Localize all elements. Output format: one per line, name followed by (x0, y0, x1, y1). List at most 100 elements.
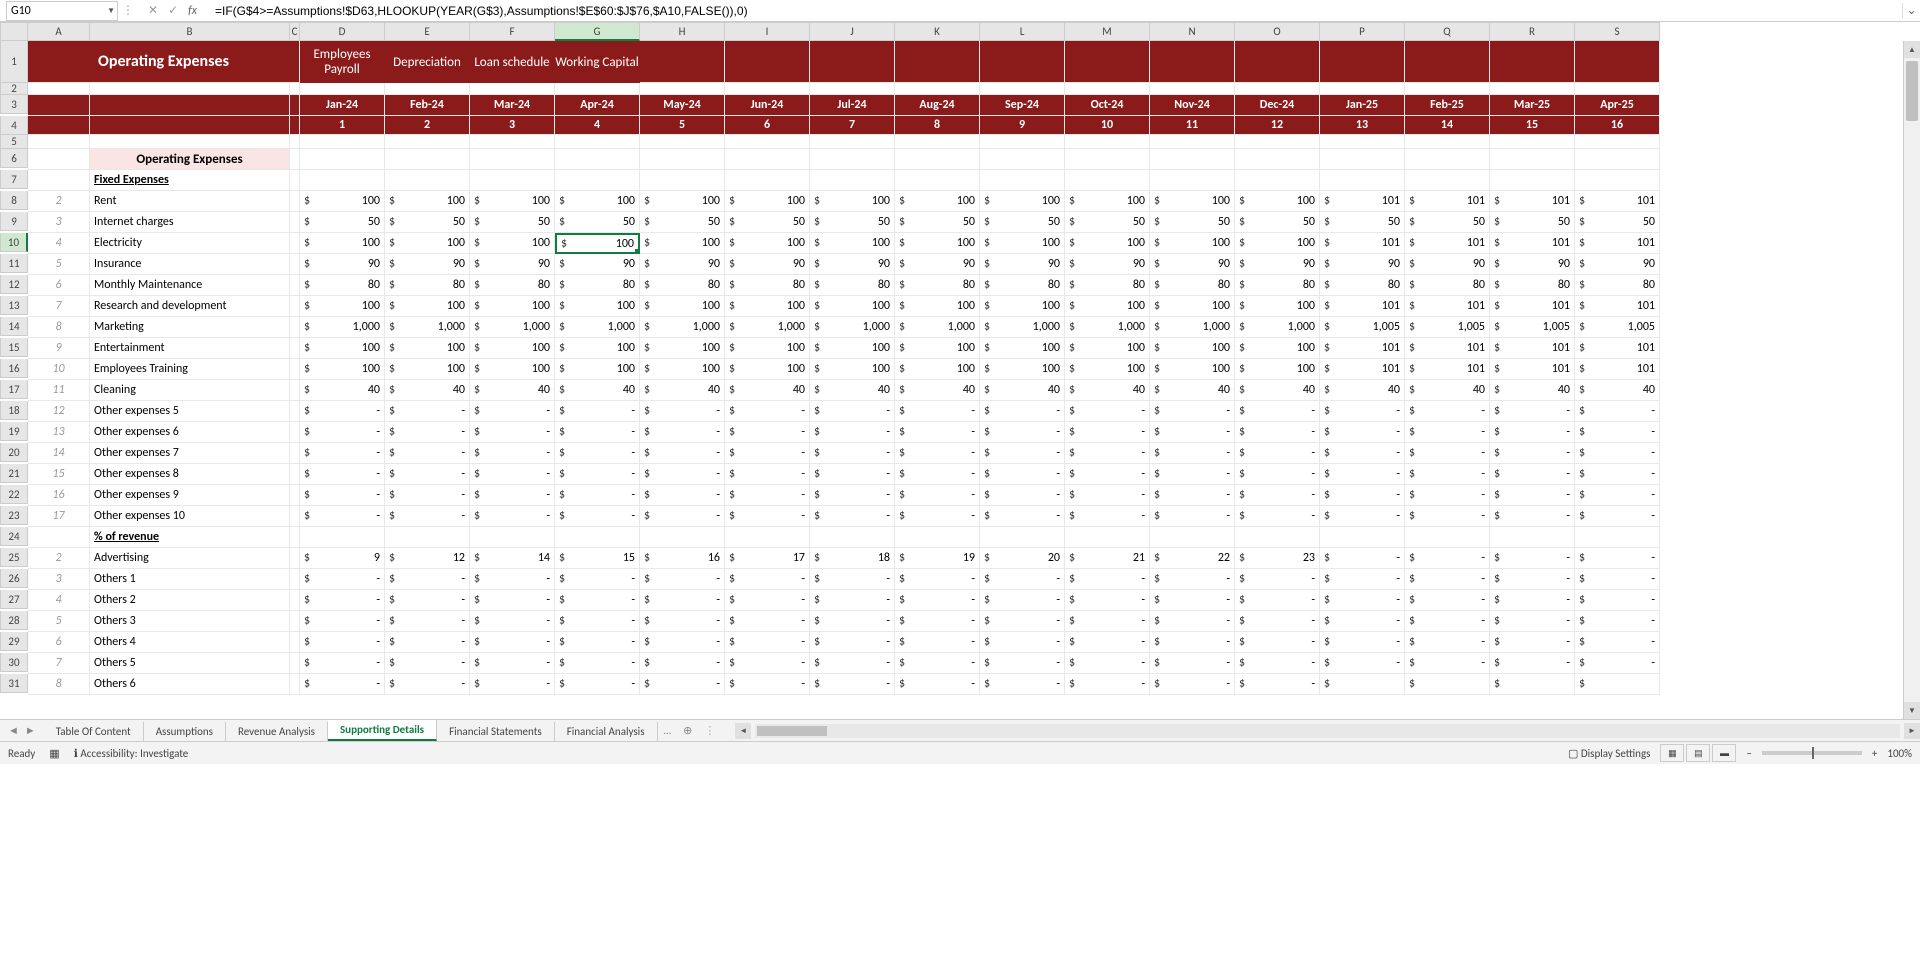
col-header-J[interactable]: J (810, 22, 895, 41)
data-cell[interactable]: $- (555, 611, 640, 632)
data-cell[interactable]: $- (1235, 464, 1320, 485)
data-cell[interactable]: $101 (1490, 338, 1575, 359)
data-cell[interactable]: $- (640, 443, 725, 464)
data-cell[interactable]: $- (1320, 506, 1405, 527)
sheet-tab-supporting-details[interactable]: Supporting Details (328, 720, 437, 741)
cancel-icon[interactable]: ✕ (148, 3, 158, 18)
data-cell[interactable]: $- (385, 464, 470, 485)
data-cell[interactable]: $- (1065, 653, 1150, 674)
data-cell[interactable]: $- (1320, 422, 1405, 443)
data-cell[interactable]: $- (1405, 422, 1490, 443)
col-header-N[interactable]: N (1150, 22, 1235, 41)
col-header-C[interactable]: C (290, 22, 300, 41)
data-cell[interactable]: $- (1235, 590, 1320, 611)
data-cell[interactable]: $100 (555, 296, 640, 317)
data-cell[interactable]: $- (555, 443, 640, 464)
data-cell[interactable]: $- (1575, 653, 1660, 674)
row-header-12[interactable]: 12 (0, 275, 28, 294)
data-cell[interactable]: $- (385, 674, 470, 695)
data-cell[interactable]: $- (980, 422, 1065, 443)
data-cell[interactable]: $100 (385, 191, 470, 212)
data-cell[interactable]: $80 (1150, 275, 1235, 296)
data-cell[interactable]: $100 (300, 233, 385, 254)
data-cell[interactable]: $- (725, 653, 810, 674)
row-header-31[interactable]: 31 (0, 674, 28, 693)
data-cell[interactable]: $- (470, 569, 555, 590)
data-cell[interactable]: $- (1405, 611, 1490, 632)
data-cell[interactable]: $80 (1405, 275, 1490, 296)
top-tab-E[interactable]: Depreciation (385, 41, 470, 83)
data-cell[interactable]: $- (980, 485, 1065, 506)
data-cell[interactable]: $20 (980, 548, 1065, 569)
top-tab-G[interactable]: Working Capital (555, 41, 640, 83)
data-cell[interactable]: $- (1320, 401, 1405, 422)
data-cell[interactable]: $100 (1150, 338, 1235, 359)
data-cell[interactable]: $50 (1150, 212, 1235, 233)
data-cell[interactable]: $- (470, 401, 555, 422)
data-cell[interactable]: $50 (1490, 212, 1575, 233)
col-header-F[interactable]: F (470, 22, 555, 41)
data-cell[interactable]: $1,000 (810, 317, 895, 338)
data-cell[interactable]: $101 (1575, 233, 1660, 254)
data-cell[interactable]: $101 (1320, 191, 1405, 212)
row-header-17[interactable]: 17 (0, 380, 28, 399)
sheet-tab-assumptions[interactable]: Assumptions (144, 722, 226, 741)
data-cell[interactable]: $90 (300, 254, 385, 275)
data-cell[interactable]: $80 (555, 275, 640, 296)
data-cell[interactable]: $- (1235, 569, 1320, 590)
data-cell[interactable]: $40 (1490, 380, 1575, 401)
data-cell[interactable]: $100 (725, 191, 810, 212)
data-cell[interactable]: $- (555, 485, 640, 506)
data-cell[interactable]: $100 (640, 296, 725, 317)
data-cell[interactable]: $- (1235, 506, 1320, 527)
data-cell[interactable]: $- (1405, 590, 1490, 611)
data-cell[interactable]: $100 (300, 191, 385, 212)
data-cell[interactable]: $100 (470, 191, 555, 212)
data-cell[interactable]: $- (980, 611, 1065, 632)
data-cell[interactable]: $- (725, 611, 810, 632)
data-cell[interactable]: $14 (470, 548, 555, 569)
data-cell[interactable]: $101 (1490, 359, 1575, 380)
data-cell[interactable]: $- (725, 401, 810, 422)
data-cell[interactable]: $- (1150, 569, 1235, 590)
data-cell[interactable]: $80 (980, 275, 1065, 296)
data-cell[interactable]: $- (1405, 632, 1490, 653)
data-cell[interactable]: $- (895, 674, 980, 695)
data-cell[interactable]: $80 (1065, 275, 1150, 296)
data-cell[interactable]: $- (1575, 443, 1660, 464)
data-cell[interactable]: $100 (1065, 233, 1150, 254)
row-header-29[interactable]: 29 (0, 632, 28, 651)
sheet-next-icon[interactable]: ► (25, 724, 36, 737)
col-header-H[interactable]: H (640, 22, 725, 41)
data-cell[interactable]: $100 (1150, 191, 1235, 212)
data-cell[interactable]: $40 (1575, 380, 1660, 401)
data-cell[interactable]: $101 (1490, 191, 1575, 212)
col-header-Q[interactable]: Q (1405, 22, 1490, 41)
data-cell[interactable]: $- (1065, 485, 1150, 506)
data-cell[interactable]: $101 (1575, 296, 1660, 317)
data-cell[interactable]: $- (385, 611, 470, 632)
data-cell[interactable]: $101 (1575, 338, 1660, 359)
data-cell[interactable]: $100 (1235, 338, 1320, 359)
row-header-27[interactable]: 27 (0, 590, 28, 609)
data-cell[interactable]: $- (1575, 611, 1660, 632)
data-cell[interactable]: $40 (1320, 380, 1405, 401)
data-cell[interactable]: $- (470, 632, 555, 653)
data-cell[interactable]: $- (470, 506, 555, 527)
data-cell[interactable]: $1,000 (1150, 317, 1235, 338)
data-cell[interactable]: $50 (1320, 212, 1405, 233)
data-cell[interactable]: $- (980, 506, 1065, 527)
data-cell[interactable]: $- (725, 506, 810, 527)
data-cell[interactable]: $50 (1575, 212, 1660, 233)
sheet-more-icon[interactable]: … (658, 724, 678, 737)
data-cell[interactable]: $100 (300, 338, 385, 359)
data-cell[interactable]: $- (725, 443, 810, 464)
fx-icon[interactable]: fx (188, 4, 197, 18)
data-cell[interactable]: $100 (385, 233, 470, 254)
data-cell[interactable]: $- (300, 506, 385, 527)
row-header-7[interactable]: 7 (0, 170, 28, 189)
data-cell[interactable]: $1,005 (1320, 317, 1405, 338)
data-cell[interactable]: $- (1405, 653, 1490, 674)
data-cell[interactable]: $- (1065, 590, 1150, 611)
data-cell[interactable]: $100 (640, 359, 725, 380)
